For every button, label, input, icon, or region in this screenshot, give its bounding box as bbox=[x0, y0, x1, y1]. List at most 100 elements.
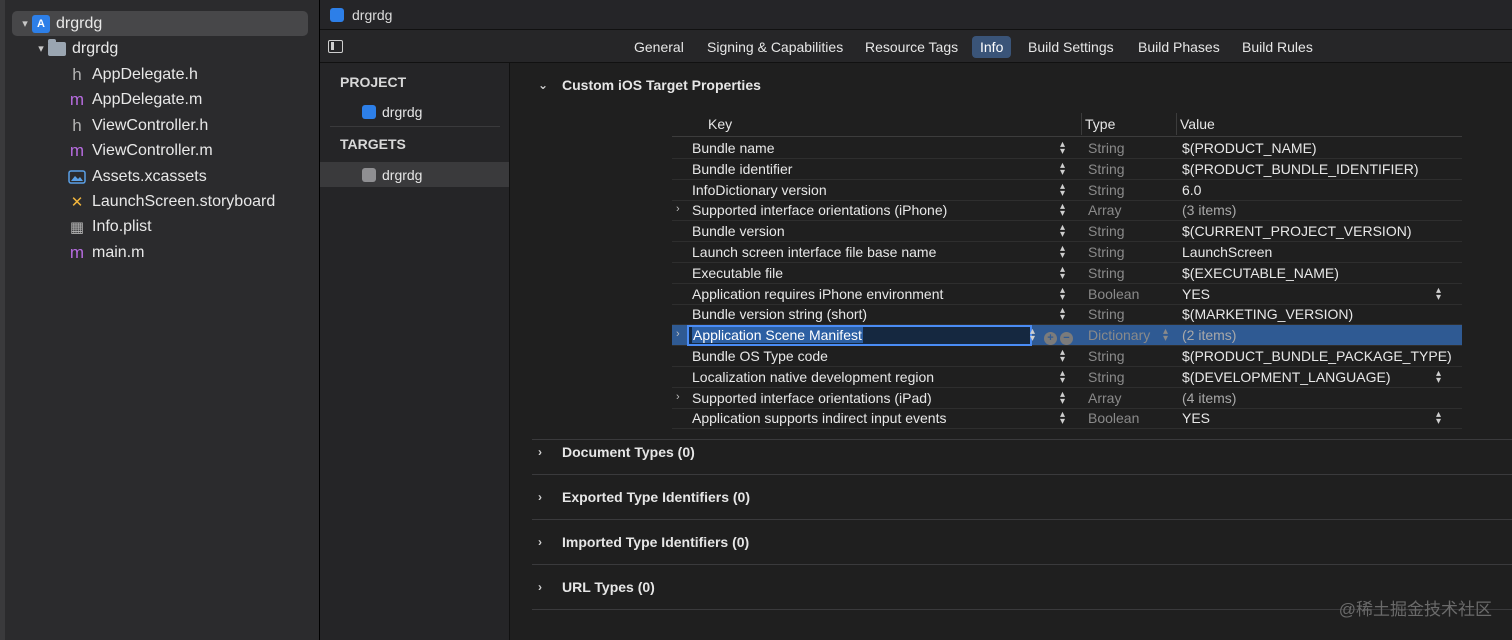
row-type[interactable]: String bbox=[1088, 348, 1125, 364]
row-value[interactable]: $(PRODUCT_NAME) bbox=[1182, 140, 1317, 156]
tab-build-phases[interactable]: Build Phases bbox=[1130, 36, 1228, 58]
plist-row[interactable]: Launch screen interface file base name ▴ ▾… bbox=[672, 242, 1462, 263]
tab-resource-tags[interactable]: Resource Tags bbox=[857, 36, 966, 58]
plist-row[interactable]: Bundle version ▴ ▾ String $(CURRENT_PROJECT_… bbox=[672, 221, 1462, 243]
chevron-down-icon[interactable]: ▾ bbox=[18, 17, 32, 30]
row-type[interactable]: String bbox=[1088, 140, 1125, 156]
row-value[interactable]: $(PRODUCT_BUNDLE_PACKAGE_TYPE) bbox=[1182, 348, 1452, 364]
nav-item-file[interactable]: h ViewController.h bbox=[68, 113, 208, 138]
value-stepper-icon[interactable]: ▴ ▾ bbox=[1436, 368, 1441, 385]
stepper-icon[interactable]: ▴ ▾ bbox=[1060, 389, 1065, 406]
row-type[interactable]: Array bbox=[1088, 202, 1121, 218]
section-document-types[interactable]: › Document Types (0) bbox=[538, 444, 695, 460]
add-row-icon[interactable]: + bbox=[1044, 332, 1057, 346]
key-edit-field[interactable]: Application Scene Manifest bbox=[687, 325, 1032, 347]
row-key[interactable]: Application supports indirect input even… bbox=[692, 410, 946, 426]
chevron-right-icon[interactable]: › bbox=[538, 535, 552, 549]
row-value[interactable]: $(PRODUCT_BUNDLE_IDENTIFIER) bbox=[1182, 161, 1418, 177]
nav-item-project[interactable]: ▾ A drgrdg bbox=[12, 11, 308, 36]
stepper-icon[interactable]: ▴ ▾ bbox=[1060, 223, 1065, 240]
tab-build-rules[interactable]: Build Rules bbox=[1234, 36, 1321, 58]
chevron-right-icon[interactable]: › bbox=[676, 203, 680, 215]
plist-row[interactable]: Bundle version string (short) ▴ ▾ String $(M… bbox=[672, 304, 1462, 326]
stepper-icon[interactable]: ▴ ▾ bbox=[1060, 285, 1065, 302]
chevron-right-icon[interactable]: › bbox=[538, 490, 552, 504]
tab-general[interactable]: General bbox=[626, 36, 692, 58]
value-stepper-icon[interactable]: ▴ ▾ bbox=[1436, 285, 1441, 302]
plist-row[interactable]: Bundle name ▴ ▾ String $(PRODUCT_NAME) bbox=[672, 138, 1462, 159]
row-value[interactable]: LaunchScreen bbox=[1182, 244, 1272, 260]
tab-info[interactable]: Info bbox=[972, 36, 1012, 58]
row-key[interactable]: Bundle identifier bbox=[692, 161, 792, 177]
chevron-right-icon[interactable]: › bbox=[538, 580, 552, 594]
row-type[interactable]: String bbox=[1088, 369, 1125, 385]
tab-build-settings[interactable]: Build Settings bbox=[1020, 36, 1122, 58]
plist-row[interactable]: › Application Scene Manifest ▴ ▾ + − Dictionar… bbox=[672, 325, 1462, 347]
stepper-icon[interactable]: ▴ ▾ bbox=[1060, 368, 1065, 385]
stepper-icon[interactable]: ▴ ▾ bbox=[1060, 140, 1065, 157]
chevron-right-icon[interactable]: › bbox=[676, 328, 680, 340]
row-type[interactable]: String bbox=[1088, 306, 1125, 322]
value-stepper-icon[interactable]: ▴ ▾ bbox=[1436, 410, 1441, 427]
nav-item-file[interactable]: ✕ LaunchScreen.storyboard bbox=[68, 189, 276, 214]
row-value[interactable]: 6.0 bbox=[1182, 182, 1201, 198]
row-type[interactable]: String bbox=[1088, 244, 1125, 260]
row-key[interactable]: Application Scene Manifest bbox=[692, 327, 863, 344]
chevron-right-icon[interactable]: › bbox=[538, 445, 552, 459]
jump-bar[interactable]: drgrdg bbox=[320, 0, 1512, 30]
plist-row[interactable]: InfoDictionary version ▴ ▾ String 6.0 bbox=[672, 180, 1462, 201]
project-row[interactable]: drgrdg bbox=[320, 99, 509, 124]
row-value[interactable]: (3 items) bbox=[1182, 202, 1236, 218]
plist-row[interactable]: Application supports indirect input even… bbox=[672, 408, 1462, 430]
row-type[interactable]: Boolean bbox=[1088, 410, 1139, 426]
row-key[interactable]: Bundle OS Type code bbox=[692, 348, 828, 364]
row-value[interactable]: $(EXECUTABLE_NAME) bbox=[1182, 265, 1339, 281]
row-value[interactable]: $(CURRENT_PROJECT_VERSION) bbox=[1182, 223, 1411, 239]
row-key[interactable]: InfoDictionary version bbox=[692, 182, 827, 198]
row-type[interactable]: Dictionary bbox=[1088, 327, 1150, 343]
row-type[interactable]: String bbox=[1088, 223, 1125, 239]
stepper-icon[interactable]: ▴ ▾ bbox=[1060, 181, 1065, 198]
chevron-down-icon[interactable]: ▾ bbox=[34, 42, 48, 55]
chevron-down-icon[interactable]: ⌄ bbox=[538, 78, 552, 92]
section-custom-ios-target-properties[interactable]: ⌄ Custom iOS Target Properties bbox=[538, 77, 761, 93]
column-key-header[interactable]: Key bbox=[708, 116, 732, 132]
row-value[interactable]: YES bbox=[1182, 410, 1210, 426]
column-type-header[interactable]: Type bbox=[1085, 116, 1115, 132]
sidebar-toggle-icon[interactable] bbox=[328, 40, 343, 53]
target-row[interactable]: drgrdg bbox=[320, 162, 509, 187]
nav-item-file[interactable]: m ViewController.m bbox=[68, 138, 213, 163]
plist-row[interactable]: › Supported interface orientations (iPhon… bbox=[672, 200, 1462, 222]
plist-row[interactable]: Localization native development region ▴ ▾… bbox=[672, 367, 1462, 388]
row-key[interactable]: Executable file bbox=[692, 265, 783, 281]
row-key[interactable]: Launch screen interface file base name bbox=[692, 244, 936, 260]
row-value[interactable]: (4 items) bbox=[1182, 390, 1236, 406]
stepper-icon[interactable]: ▴ ▾ bbox=[1060, 348, 1065, 365]
row-type[interactable]: String bbox=[1088, 265, 1125, 281]
row-value[interactable]: $(DEVELOPMENT_LANGUAGE) bbox=[1182, 369, 1391, 385]
nav-item-group[interactable]: ▾ drgrdg bbox=[34, 36, 118, 61]
tab-signing-capabilities[interactable]: Signing & Capabilities bbox=[699, 36, 851, 58]
chevron-right-icon[interactable]: › bbox=[676, 391, 680, 403]
row-value[interactable]: $(MARKETING_VERSION) bbox=[1182, 306, 1353, 322]
stepper-icon[interactable]: ▴ ▾ bbox=[1060, 410, 1065, 427]
jump-bar-title[interactable]: drgrdg bbox=[352, 7, 392, 23]
row-key[interactable]: Supported interface orientations (iPhone… bbox=[692, 202, 947, 218]
section-url-types[interactable]: › URL Types (0) bbox=[538, 579, 655, 595]
row-key[interactable]: Application requires iPhone environment bbox=[692, 286, 943, 302]
row-key[interactable]: Bundle name bbox=[692, 140, 775, 156]
plist-row[interactable]: Bundle identifier ▴ ▾ String $(PRODUCT_BUNDL… bbox=[672, 159, 1462, 180]
plist-row[interactable]: Bundle OS Type code ▴ ▾ String $(PRODUCT_BUN… bbox=[672, 346, 1462, 367]
row-value[interactable]: (2 items) bbox=[1182, 327, 1236, 343]
row-type[interactable]: Array bbox=[1088, 390, 1121, 406]
row-key[interactable]: Localization native development region bbox=[692, 369, 934, 385]
section-exported-type-identifiers[interactable]: › Exported Type Identifiers (0) bbox=[538, 489, 750, 505]
nav-item-file[interactable]: h AppDelegate.h bbox=[68, 62, 198, 87]
row-type[interactable]: String bbox=[1088, 161, 1125, 177]
remove-row-icon[interactable]: − bbox=[1060, 332, 1073, 346]
nav-item-file[interactable]: ▦ Info.plist bbox=[68, 214, 152, 239]
row-key[interactable]: Bundle version bbox=[692, 223, 785, 239]
nav-item-file[interactable]: m AppDelegate.m bbox=[68, 87, 202, 112]
stepper-icon[interactable]: ▴ ▾ bbox=[1060, 306, 1065, 323]
row-value[interactable]: YES bbox=[1182, 286, 1210, 302]
